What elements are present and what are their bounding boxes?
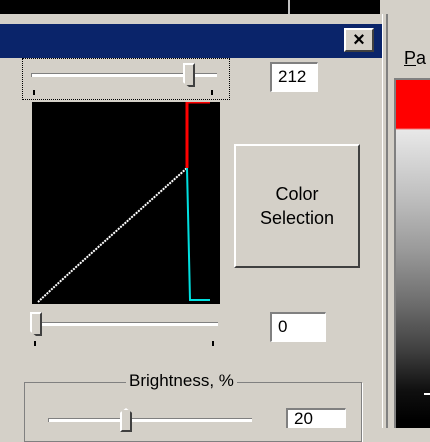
top-value-field[interactable]: 212	[270, 62, 318, 92]
brightness-slider-track	[48, 418, 252, 422]
palette-marker	[424, 393, 430, 395]
palette-label: Pa	[404, 48, 427, 68]
color-selection-line2: Selection	[259, 208, 335, 228]
tick-mark	[212, 341, 214, 346]
palette-gradient[interactable]	[394, 78, 430, 428]
color-selection-line1: Color	[275, 184, 319, 204]
color-selection-button[interactable]: Color Selection	[234, 144, 360, 268]
dialog-title-bar[interactable]	[0, 24, 382, 58]
window-divider	[382, 14, 388, 428]
top-slider[interactable]	[22, 58, 230, 100]
brightness-value-field[interactable]: 20	[286, 408, 346, 428]
brightness-slider-thumb[interactable]	[120, 408, 132, 432]
bottom-slider-track	[32, 322, 218, 326]
brightness-group-label: Brightness, %	[126, 371, 237, 391]
brightness-slider[interactable]	[40, 398, 260, 432]
tick-mark	[34, 341, 36, 346]
background-window-strip	[0, 0, 380, 14]
bottom-slider[interactable]	[24, 308, 224, 348]
bottom-value-field[interactable]: 0	[270, 312, 326, 342]
top-slider-thumb[interactable]	[183, 63, 195, 87]
curve-graph[interactable]	[32, 102, 220, 304]
close-button[interactable]: ×	[344, 28, 374, 52]
tick-mark	[211, 90, 213, 95]
close-icon: ×	[353, 29, 365, 51]
tick-mark	[33, 90, 35, 95]
bottom-slider-thumb[interactable]	[30, 312, 42, 336]
